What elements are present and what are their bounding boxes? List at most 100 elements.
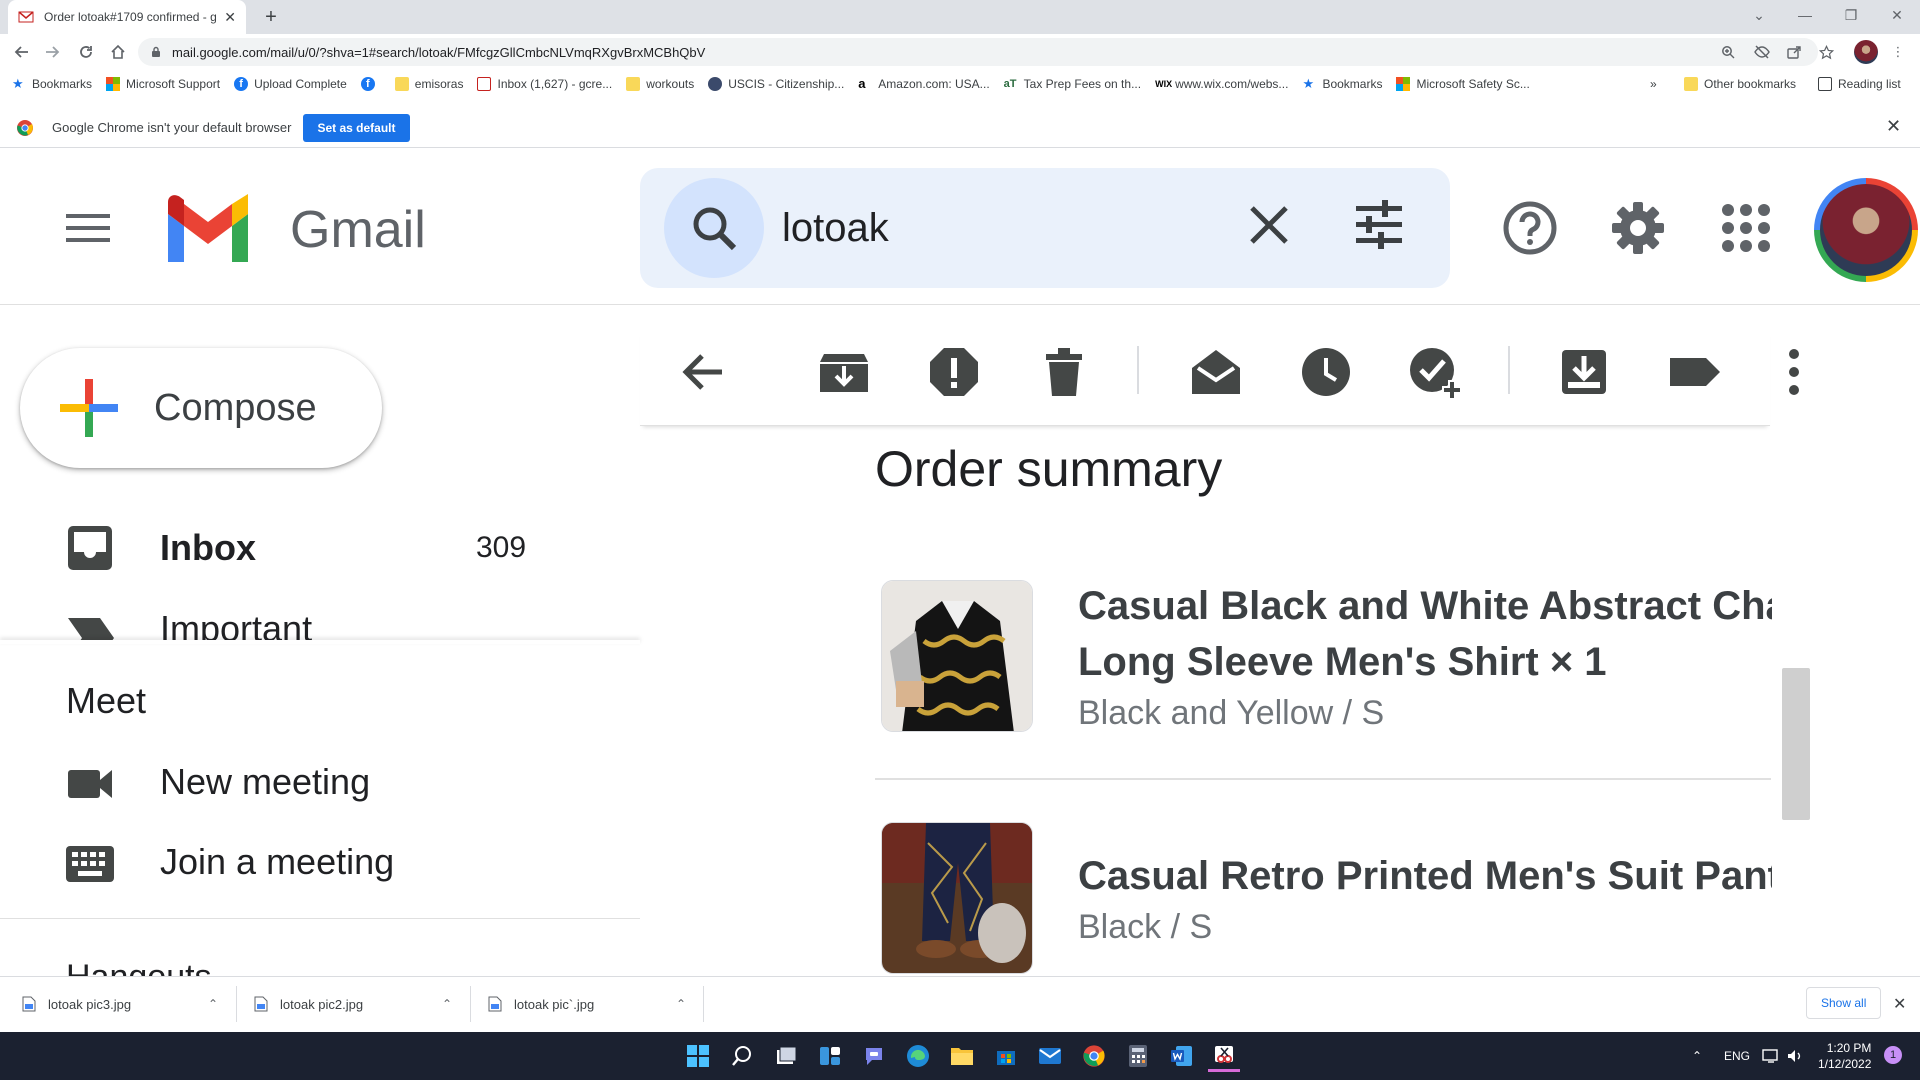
browser-tab[interactable]: Order lotoak#1709 confirmed - g ✕: [8, 0, 246, 34]
bookmarks-overflow-button[interactable]: »: [1650, 70, 1657, 98]
set-as-default-button[interactable]: Set as default: [303, 113, 410, 142]
more-options-icon[interactable]: [1768, 344, 1820, 400]
bookmark-item[interactable]: Microsoft Support: [106, 77, 220, 91]
lock-icon[interactable]: [150, 46, 162, 58]
forward-arrow-icon[interactable]: [40, 40, 64, 64]
show-all-downloads-button[interactable]: Show all: [1806, 987, 1882, 1019]
clear-search-icon[interactable]: [1244, 200, 1294, 250]
default-browser-message: Google Chrome isn't your default browser: [52, 120, 292, 135]
facebook-icon: f: [360, 77, 375, 91]
gmail-logo-icon[interactable]: [162, 194, 254, 264]
microsoft-store-icon[interactable]: [990, 1040, 1022, 1072]
chrome-logo-icon: [17, 119, 33, 136]
address-bar[interactable]: mail.google.com/mail/u/0/?shva=1#search/…: [138, 38, 1818, 66]
widgets-icon[interactable]: [814, 1040, 846, 1072]
help-icon[interactable]: [1502, 200, 1558, 256]
tab-search-icon[interactable]: ⌄: [1736, 0, 1782, 30]
download-item[interactable]: lotoak pic3.jpg ⌃: [22, 976, 218, 1032]
product-image-shirt[interactable]: [881, 580, 1033, 732]
network-icon[interactable]: [1762, 1032, 1780, 1080]
chrome-taskbar-icon[interactable]: [1078, 1040, 1110, 1072]
chrome-menu-icon[interactable]: ⋮: [1888, 42, 1908, 62]
downloads-close-icon[interactable]: ✕: [1893, 994, 1906, 1014]
bookmark-item[interactable]: Microsoft Safety Sc...: [1396, 77, 1530, 91]
search-options-icon[interactable]: [1352, 200, 1406, 250]
mail-app-icon[interactable]: [1034, 1040, 1066, 1072]
taskbar-clock[interactable]: 1:20 PM 1/12/2022: [1818, 1040, 1871, 1072]
restore-button[interactable]: ❐: [1828, 0, 1874, 30]
bookmark-item[interactable]: WIX www.wix.com/webs...: [1155, 77, 1288, 91]
share-icon[interactable]: [1784, 42, 1804, 62]
bookmark-item[interactable]: f: [360, 77, 381, 91]
bookmark-item[interactable]: aT Tax Prep Fees on th...: [1004, 77, 1141, 91]
calculator-icon[interactable]: [1122, 1040, 1154, 1072]
volume-icon[interactable]: [1786, 1032, 1804, 1080]
download-filename: lotoak pic3.jpg: [48, 996, 132, 1012]
new-meeting-item[interactable]: New meeting: [0, 746, 640, 818]
tab-close-icon[interactable]: ✕: [224, 9, 236, 26]
word-app-icon[interactable]: [1166, 1040, 1198, 1072]
url-text[interactable]: mail.google.com/mail/u/0/?shva=1#search/…: [172, 45, 705, 60]
chevron-up-icon[interactable]: ⌃: [208, 997, 218, 1011]
reload-icon[interactable]: [74, 40, 98, 64]
compose-button[interactable]: Compose: [20, 348, 382, 468]
snooze-clock-icon[interactable]: [1298, 344, 1354, 400]
bookmark-item[interactable]: a Amazon.com: USA...: [858, 77, 989, 92]
language-indicator[interactable]: ENG: [1724, 1032, 1750, 1080]
file-explorer-icon[interactable]: [946, 1040, 978, 1072]
move-to-icon[interactable]: [1556, 344, 1612, 400]
download-separator: [470, 986, 471, 1022]
zoom-icon[interactable]: [1718, 42, 1738, 62]
bookmark-folder[interactable]: emisoras: [394, 77, 463, 91]
bookmark-item[interactable]: USCIS - Citizenship...: [708, 77, 844, 91]
bookmark-item[interactable]: f Upload Complete: [234, 77, 347, 91]
inbox-count: 309: [476, 531, 527, 564]
sidebar-item-important[interactable]: Important: [0, 590, 640, 640]
mark-unread-icon[interactable]: [1188, 344, 1244, 400]
bookmark-item[interactable]: Inbox (1,627) - gcre...: [477, 77, 612, 91]
window-close-button[interactable]: ✕: [1874, 0, 1920, 30]
search-input[interactable]: lotoak: [782, 206, 889, 251]
snipping-tool-icon[interactable]: [1208, 1040, 1240, 1072]
report-spam-icon[interactable]: [926, 344, 982, 400]
tray-overflow-icon[interactable]: ⌃: [1692, 1032, 1702, 1080]
product-image-pants[interactable]: [881, 822, 1033, 974]
task-view-icon[interactable]: [770, 1040, 802, 1072]
download-filename: lotoak pic2.jpg: [280, 996, 364, 1012]
other-bookmarks[interactable]: Other bookmarks: [1684, 70, 1796, 98]
message-scrollbar[interactable]: [1782, 668, 1810, 820]
bookmark-item[interactable]: ★ Bookmarks: [1302, 77, 1382, 92]
delete-trash-icon[interactable]: [1036, 344, 1092, 400]
bookmark-folder[interactable]: workouts: [626, 77, 694, 91]
settings-gear-icon[interactable]: [1610, 200, 1666, 256]
infobar-close-icon[interactable]: ✕: [1886, 116, 1901, 137]
label-tag-icon[interactable]: [1666, 344, 1722, 400]
eye-off-icon[interactable]: [1752, 42, 1772, 62]
windows-start-icon[interactable]: [682, 1040, 714, 1072]
chevron-up-icon[interactable]: ⌃: [676, 997, 686, 1011]
google-apps-icon[interactable]: [1718, 200, 1774, 256]
add-to-tasks-icon[interactable]: [1408, 344, 1464, 400]
main-menu-icon[interactable]: [64, 210, 114, 246]
taskbar-search-icon[interactable]: [726, 1040, 758, 1072]
join-meeting-item[interactable]: Join a meeting: [0, 826, 640, 898]
home-icon[interactable]: [106, 40, 130, 64]
chevron-up-icon[interactable]: ⌃: [442, 997, 452, 1011]
search-button[interactable]: [664, 178, 764, 278]
reading-list[interactable]: Reading list: [1818, 70, 1901, 98]
account-avatar[interactable]: [1814, 178, 1918, 282]
back-to-search-icon[interactable]: [676, 344, 732, 400]
download-item[interactable]: lotoak pic2.jpg ⌃: [254, 976, 452, 1032]
archive-icon[interactable]: [816, 344, 872, 400]
download-item[interactable]: lotoak pic`.jpg ⌃: [488, 976, 686, 1032]
bookmark-item[interactable]: ★ Bookmarks: [12, 77, 92, 92]
minimize-button[interactable]: —: [1782, 0, 1828, 30]
teams-chat-icon[interactable]: [858, 1040, 890, 1072]
back-arrow-icon[interactable]: [10, 40, 34, 64]
notification-badge[interactable]: 1: [1884, 1046, 1902, 1064]
new-tab-button[interactable]: +: [258, 4, 284, 30]
bookmark-star-icon[interactable]: [1816, 42, 1836, 62]
profile-avatar-small[interactable]: [1854, 40, 1878, 64]
sidebar-item-inbox[interactable]: Inbox 309: [0, 512, 640, 584]
edge-browser-icon[interactable]: [902, 1040, 934, 1072]
